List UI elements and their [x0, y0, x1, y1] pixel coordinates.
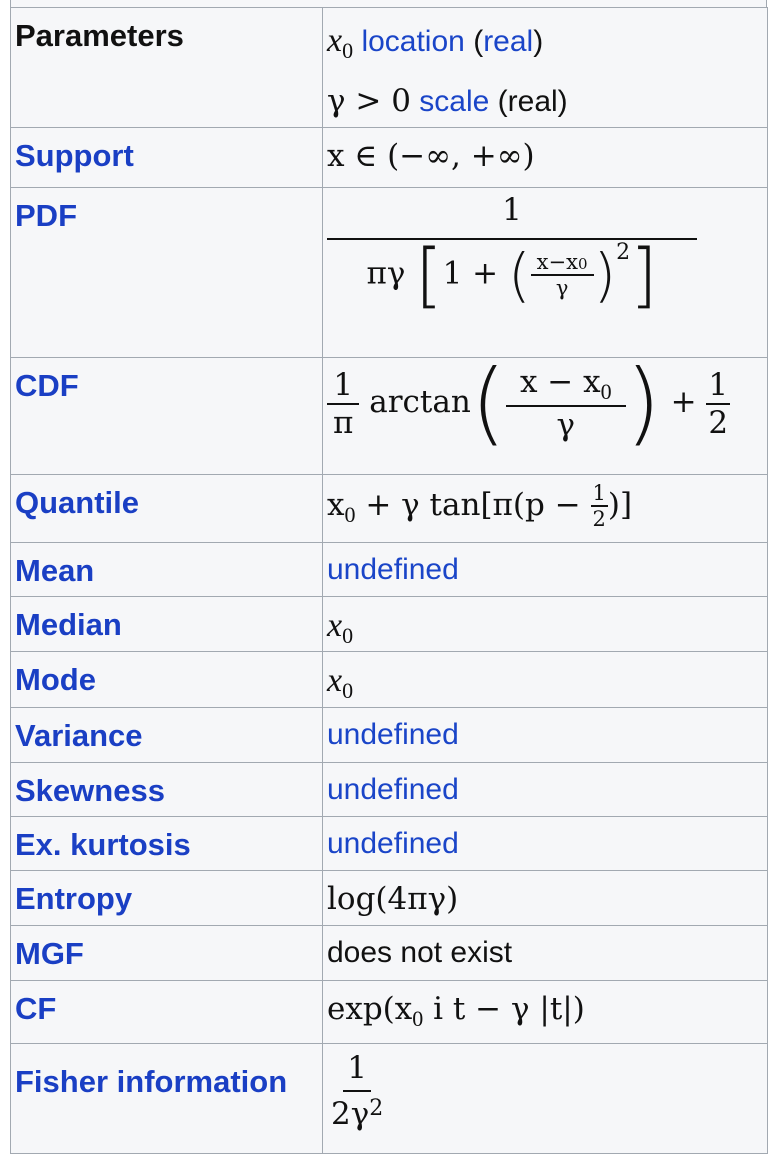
x: x	[327, 486, 345, 523]
paren: (	[508, 241, 531, 309]
table-row: Median x0	[10, 596, 768, 652]
bracket: ]	[630, 234, 658, 316]
formula-end: )]	[607, 486, 633, 523]
inner-den: γ	[555, 276, 569, 300]
paren: (	[470, 350, 506, 456]
inner-den: γ	[556, 407, 576, 443]
pdf-link[interactable]: PDF	[10, 187, 323, 358]
mgf-value: does not exist	[327, 936, 513, 969]
subscript: 0	[344, 501, 356, 527]
cdf-link[interactable]: CDF	[10, 357, 323, 475]
table-row: Entropy log(4πγ)	[10, 870, 768, 926]
math-gamma-positive: γ > 0	[327, 83, 411, 119]
table-row: Fisher information 1 2γ2	[10, 1043, 768, 1154]
skewness-link[interactable]: Skewness	[10, 762, 323, 817]
mean-link[interactable]: Mean	[10, 542, 323, 597]
subscript: 0	[600, 379, 612, 404]
table-row: Parameters x0 location (real) γ > 0 scal…	[10, 7, 768, 128]
x: x	[327, 607, 343, 644]
subscript: 0	[342, 623, 354, 648]
table-row: CDF 1π arctan(x − x0 γ) + 12	[10, 357, 768, 475]
support-formula: x ∈ (−∞, +∞)	[327, 138, 535, 174]
numerator: 1	[706, 366, 731, 405]
bracket: [	[415, 234, 443, 316]
inner-num: x−x	[536, 250, 578, 274]
formula-start: exp(x	[327, 991, 413, 1027]
subscript: 0	[342, 678, 354, 703]
plus: +	[670, 384, 697, 420]
undefined-link[interactable]: undefined	[327, 773, 459, 806]
quantile-formula: x0 + γ tan[π(p − 1 2)]	[327, 481, 633, 531]
real-text: (real)	[497, 85, 568, 118]
table-row: Support x ∈ (−∞, +∞)	[10, 127, 768, 188]
paren: )	[625, 350, 661, 456]
table-row: Skewness undefined	[10, 762, 768, 817]
entropy-formula: log(4πγ)	[327, 881, 459, 917]
denominator: π	[333, 404, 354, 441]
support-link[interactable]: Support	[10, 127, 323, 188]
table-row: Mean undefined	[10, 542, 768, 597]
paren: )	[593, 241, 617, 309]
mode-link[interactable]: Mode	[10, 651, 323, 708]
numerator: 1	[327, 192, 697, 240]
numerator: 1	[327, 367, 360, 405]
one-plus: 1 +	[442, 255, 499, 292]
x: x	[327, 662, 343, 699]
quantile-link[interactable]: Quantile	[10, 474, 323, 543]
undefined-link[interactable]: undefined	[327, 718, 459, 751]
mgf-link[interactable]: MGF	[10, 925, 323, 981]
subscript: 0	[342, 38, 354, 63]
undefined-link[interactable]: undefined	[327, 553, 459, 586]
table-row: MGF does not exist	[10, 925, 768, 981]
table-row: CF exp(x0 i t − γ |t|)	[10, 980, 768, 1044]
pi-gamma: πγ	[366, 255, 406, 292]
cf-formula: exp(x0 i t − γ |t|)	[327, 991, 585, 1031]
cf-link[interactable]: CF	[10, 980, 323, 1044]
subscript: 0	[577, 255, 588, 273]
arctan: arctan	[369, 384, 471, 420]
cdf-formula: 1π arctan(x − x0 γ) + 12	[327, 358, 731, 448]
paren: (	[473, 25, 484, 58]
real-link[interactable]: real	[483, 25, 533, 58]
median-link[interactable]: Median	[10, 596, 323, 652]
location-link[interactable]: location	[361, 25, 464, 58]
entropy-link[interactable]: Entropy	[10, 870, 323, 926]
ex-kurtosis-link[interactable]: Ex. kurtosis	[10, 816, 323, 871]
denominator: 2γ	[331, 1096, 370, 1132]
table-row: Ex. kurtosis undefined	[10, 816, 768, 871]
table-row: Mode x0	[10, 651, 768, 708]
cauchy-infobox-table: Parameters x0 location (real) γ > 0 scal…	[10, 7, 768, 1154]
numerator: 1	[590, 481, 608, 507]
denominator: 2	[592, 507, 606, 531]
table-row: PDF 1 πγ [1 + (x−x0 γ)2]	[10, 187, 768, 358]
formula-end: i t − γ |t|)	[423, 991, 585, 1027]
fisher-formula: 1 2γ2	[327, 1050, 387, 1132]
variance-link[interactable]: Variance	[10, 707, 323, 763]
undefined-link[interactable]: undefined	[327, 827, 459, 860]
table-row: Quantile x0 + γ tan[π(p − 1 2)]	[10, 474, 768, 543]
row-label: Parameters	[10, 7, 323, 128]
exponent: 2	[616, 240, 631, 265]
fisher-information-link[interactable]: Fisher information	[10, 1043, 323, 1154]
exponent: 2	[369, 1096, 384, 1121]
inner-num: x − x	[519, 364, 601, 400]
math-x: x	[327, 22, 343, 59]
paren: )	[533, 25, 544, 58]
numerator: 1	[343, 1050, 371, 1092]
subscript: 0	[412, 1006, 424, 1031]
table-row: Variance undefined	[10, 707, 768, 763]
scale-link[interactable]: scale	[419, 85, 489, 118]
pdf-formula: 1 πγ [1 + (x−x0 γ)2]	[327, 192, 697, 310]
formula-mid: + γ tan[π(p −	[355, 486, 591, 523]
denominator: 2	[708, 404, 729, 441]
